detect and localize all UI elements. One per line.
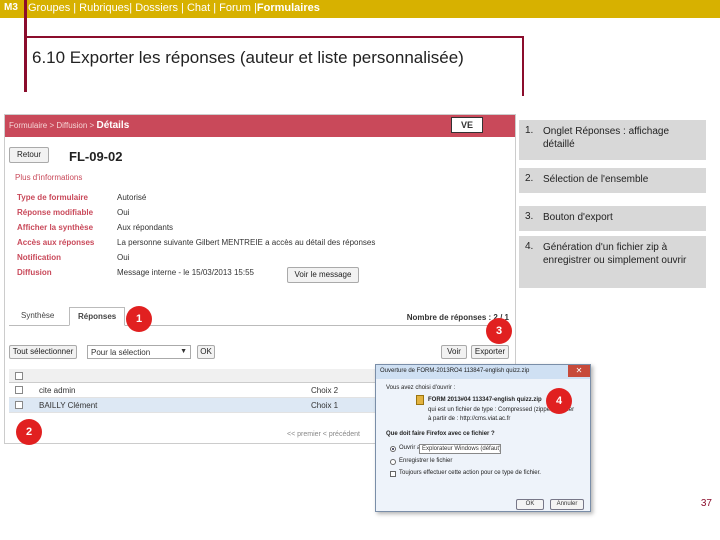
open-with-select[interactable]: Explorateur Windows (défaut) xyxy=(419,444,501,454)
row-checkbox[interactable] xyxy=(15,401,23,409)
dialog-ok-button[interactable]: OK xyxy=(516,499,544,510)
dialog-cancel-button[interactable]: Annuler xyxy=(550,499,584,510)
property-row: Afficher la synthèse Aux répondants xyxy=(17,221,507,236)
pager[interactable]: << premier < précédent xyxy=(287,431,360,438)
property-row: Diffusion Message interne - le 15/03/2013… xyxy=(17,266,507,281)
property-value: Autorisé xyxy=(117,193,147,202)
callout-1: 1. Onglet Réponses : affichage détaillé xyxy=(519,120,706,160)
marker-2: 2 xyxy=(16,419,42,445)
callout-4: 4. Génération d'un fichier zip à enregis… xyxy=(519,236,706,288)
save-file-radio[interactable] xyxy=(390,459,396,465)
nav-items[interactable]: Groupes | Rubriques| Dossiers | Chat | F… xyxy=(28,2,257,14)
more-info-link[interactable]: Plus d'informations xyxy=(15,173,82,182)
dialog-filename: FORM 2013#04 113347-english quizz.zip xyxy=(428,397,542,403)
marker-4: 4 xyxy=(546,388,572,414)
remember-label: Toujours effectuer cette action pour ce … xyxy=(399,470,541,476)
title-rule xyxy=(24,36,524,38)
select-all-button[interactable]: Tout sélectionner xyxy=(9,345,77,359)
breadcrumb-current: Détails xyxy=(96,120,130,131)
accent-vertical-bar xyxy=(24,0,27,92)
m3-logo: M3 xyxy=(4,2,18,13)
property-value: Aux répondants xyxy=(117,223,174,232)
nav-menu: Groupes | Rubriques| Dossiers | Chat | F… xyxy=(28,2,320,14)
zip-file-icon xyxy=(416,395,424,405)
respondent-name: BAILLY Clément xyxy=(39,401,98,410)
dialog-title-bar: Ouverture de FORM-2013RO4 113847-english… xyxy=(376,365,590,379)
marker-3: 3 xyxy=(486,318,512,344)
callout-3: 3. Bouton d'export xyxy=(519,206,706,231)
property-value: Message interne - le 15/03/2013 15:55 xyxy=(117,268,254,277)
slide-title: 6.10 Exporter les réponses (auteur et li… xyxy=(32,48,464,67)
property-row: Type de formulaire Autorisé xyxy=(17,191,507,206)
callout-number: 1. xyxy=(525,125,534,136)
row-checkbox[interactable] xyxy=(15,386,23,394)
view-message-button[interactable]: Voir le message xyxy=(287,267,359,283)
selection-value: Pour la sélection xyxy=(91,348,151,357)
callout-number: 4. xyxy=(525,241,534,252)
property-key: Réponse modifiable xyxy=(17,208,94,217)
property-value: Oui xyxy=(117,208,130,217)
callout-number: 2. xyxy=(525,173,534,184)
ok-button[interactable]: OK xyxy=(197,345,215,359)
response-choice: Choix 2 xyxy=(311,386,339,395)
dialog-file-source: à partir de : http://cms.viat.ac.fr xyxy=(428,416,511,422)
download-dialog: Ouverture de FORM-2013RO4 113847-english… xyxy=(375,364,591,512)
dialog-question: Que doit faire Firefox avec ce fichier ? xyxy=(386,431,495,437)
property-row: Notification Oui xyxy=(17,251,507,266)
property-key: Type de formulaire xyxy=(17,193,88,202)
callout-text: Génération d'un fichier zip à enregistre… xyxy=(543,242,687,266)
tab-synthese[interactable]: Synthèse xyxy=(13,307,62,326)
property-value: Oui xyxy=(117,253,130,262)
select-all-checkbox[interactable] xyxy=(15,372,23,380)
property-key: Diffusion xyxy=(17,268,52,277)
property-row: Réponse modifiable Oui xyxy=(17,206,507,221)
export-button[interactable]: Exporter xyxy=(471,345,509,359)
tab-reponses[interactable]: Réponses xyxy=(69,307,126,326)
property-key: Afficher la synthèse xyxy=(17,223,94,232)
chevron-down-icon: ▼ xyxy=(180,348,187,355)
open-with-radio[interactable] xyxy=(390,446,396,452)
dialog-title: Ouverture de FORM-2013RO4 113847-english… xyxy=(380,368,530,374)
form-code: FL-09-02 xyxy=(69,149,123,164)
page-number: 37 xyxy=(700,498,712,509)
respondent-name: cite admin xyxy=(39,386,76,395)
nav-item-formulaires[interactable]: Formulaires xyxy=(257,2,320,14)
callout-number: 3. xyxy=(525,211,534,222)
response-choice: Choix 1 xyxy=(311,401,339,410)
close-icon[interactable]: ✕ xyxy=(568,365,590,377)
top-navigation-bar: M3 Groupes | Rubriques| Dossiers | Chat … xyxy=(0,0,720,18)
property-value: La personne suivante Gilbert MENTREIE a … xyxy=(117,238,376,247)
properties-list: Type de formulaire Autorisé Réponse modif… xyxy=(17,191,507,281)
back-button[interactable]: Retour xyxy=(9,147,49,163)
breadcrumb: Formulaire > Diffusion > Détails xyxy=(9,120,129,131)
breadcrumb-bar: Formulaire > Diffusion > Détails VE xyxy=(5,115,515,137)
callout-2: 2. Sélection de l'ensemble xyxy=(519,168,706,193)
remember-checkbox[interactable] xyxy=(390,471,396,477)
property-key: Accès aux réponses xyxy=(17,238,95,247)
callout-text: Sélection de l'ensemble xyxy=(543,174,649,185)
view-button[interactable]: Voir xyxy=(441,345,467,359)
callout-text: Onglet Réponses : affichage détaillé xyxy=(543,126,670,150)
selection-action-select[interactable]: Pour la sélection ▼ xyxy=(87,345,191,359)
property-row: Accès aux réponses La personne suivante G… xyxy=(17,236,507,251)
dialog-intro: Vous avez choisi d'ouvrir : xyxy=(386,385,456,391)
brand-box: VE xyxy=(451,117,483,133)
callout-text: Bouton d'export xyxy=(543,212,613,223)
title-vertical-rule xyxy=(522,36,524,96)
save-file-label: Enregistrer le fichier xyxy=(399,458,453,464)
marker-1: 1 xyxy=(126,306,152,332)
breadcrumb-path[interactable]: Formulaire > Diffusion > xyxy=(9,121,94,130)
property-key: Notification xyxy=(17,253,61,262)
